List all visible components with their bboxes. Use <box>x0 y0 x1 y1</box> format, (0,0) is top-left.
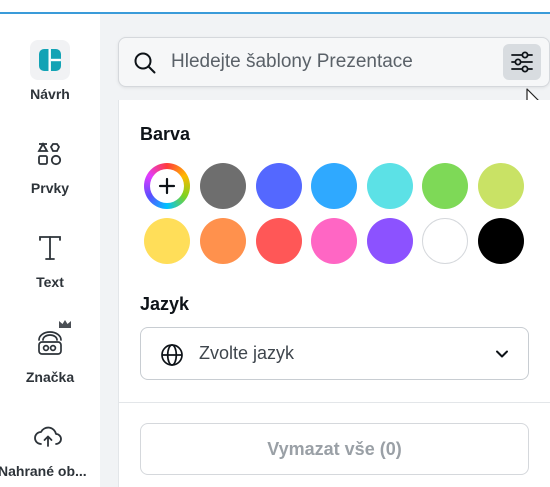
color-swatch-yellow[interactable] <box>144 218 190 264</box>
upload-cloud-icon <box>28 417 68 457</box>
color-swatch-gray[interactable] <box>200 163 246 209</box>
color-swatch-pink[interactable] <box>311 218 357 264</box>
color-swatch-turquoise[interactable] <box>367 163 413 209</box>
sidebar-item-label: Návrh <box>30 86 70 102</box>
plus-icon <box>158 177 176 195</box>
sidebar-item-design[interactable]: Návrh <box>0 40 100 102</box>
search-input[interactable] <box>171 38 491 86</box>
clear-all-button[interactable]: Vymazat vše (0) <box>140 423 529 475</box>
search-icon <box>134 52 156 74</box>
filter-button[interactable] <box>503 44 541 80</box>
color-swatch-light-blue[interactable] <box>311 163 357 209</box>
chevron-down-icon <box>496 350 508 358</box>
color-swatch-purple[interactable] <box>367 218 413 264</box>
sidebar-item-text[interactable]: Text <box>0 228 100 290</box>
sidebar-item-uploads[interactable]: Nahrané ob... <box>0 417 92 479</box>
panel-divider <box>118 402 550 403</box>
brand-icon <box>30 320 71 363</box>
search-bar <box>118 37 550 87</box>
sliders-icon <box>511 51 533 73</box>
sidebar-item-elements[interactable]: Prvky <box>0 134 100 196</box>
color-swatch-black[interactable] <box>478 218 524 264</box>
crown-icon <box>59 320 71 328</box>
color-swatch-blue[interactable] <box>256 163 302 209</box>
color-swatch-white[interactable] <box>422 218 468 264</box>
side-rail: Návrh Prvky Text Značka Nahrané ob... <box>0 14 100 487</box>
sidebar-item-label: Text <box>36 274 64 290</box>
color-swatch-lime[interactable] <box>478 163 524 209</box>
design-icon <box>30 40 70 80</box>
language-select-placeholder: Zvolte jazyk <box>199 343 295 363</box>
language-section-title: Jazyk <box>140 294 190 314</box>
shapes-icon <box>30 134 70 174</box>
color-swatch-orange[interactable] <box>200 218 246 264</box>
sidebar-item-label: Prvky <box>30 180 70 196</box>
globe-icon <box>161 344 183 366</box>
color-swatch-green[interactable] <box>422 163 468 209</box>
language-select[interactable]: Zvolte jazyk <box>140 327 529 380</box>
sidebar-item-label: Nahrané ob... <box>0 463 87 479</box>
custom-color-swatch[interactable] <box>144 163 190 209</box>
sidebar-item-label: Značka <box>25 369 75 385</box>
sidebar-item-brand[interactable]: Značka <box>0 320 100 385</box>
text-icon <box>30 228 70 268</box>
color-section-title: Barva <box>140 124 191 144</box>
color-swatch-red[interactable] <box>256 218 302 264</box>
